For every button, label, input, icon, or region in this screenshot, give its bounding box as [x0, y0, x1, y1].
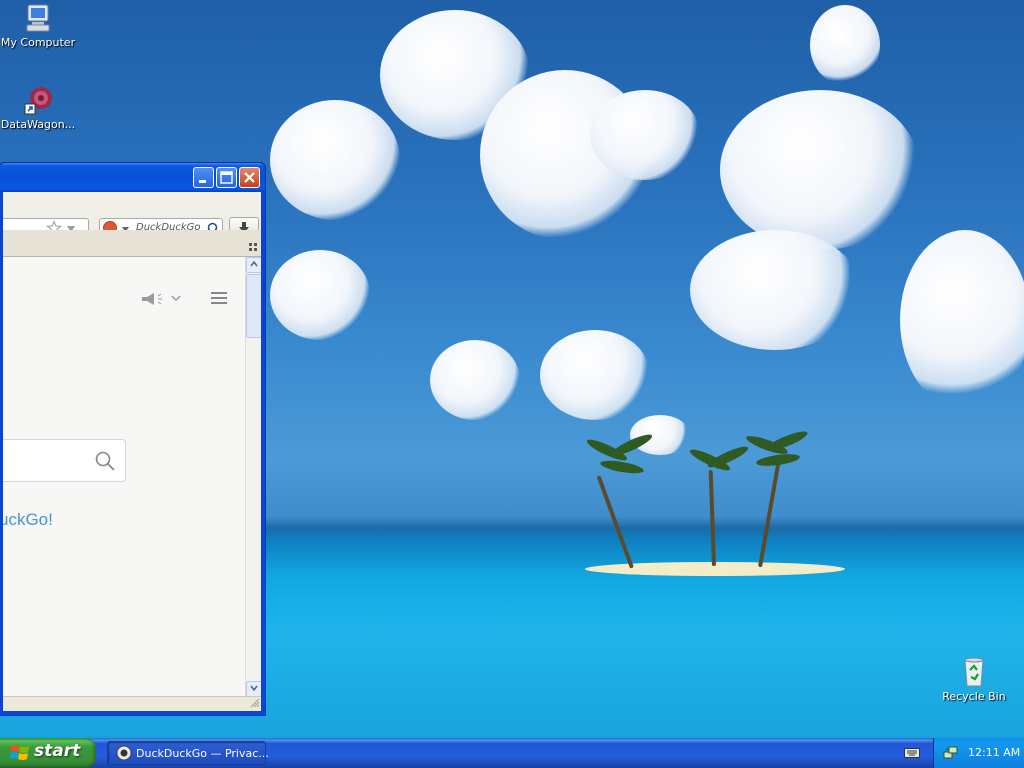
minimize-icon [199, 180, 206, 183]
system-tray: 12:11 AM [933, 738, 1024, 768]
duckduckgo-search-input[interactable] [3, 439, 126, 482]
palm-trunk [596, 475, 634, 569]
minimize-button[interactable] [193, 167, 214, 188]
navigation-toolbar: DuckDuckGo [3, 192, 261, 239]
recycle-bin-desktop-icon[interactable]: Recycle Bin [934, 656, 1014, 703]
keyboard-icon[interactable] [904, 746, 920, 760]
recycle-bin-label: Recycle Bin [942, 690, 1006, 703]
palm-trunk [758, 456, 782, 568]
maximize-icon [220, 171, 233, 184]
bookmarks-toolbar [3, 230, 261, 257]
recycle-bin-icon [958, 656, 990, 688]
cloud [270, 100, 400, 220]
browser-app-icon [116, 745, 132, 761]
search-icon[interactable] [94, 450, 116, 472]
cloud [720, 90, 920, 250]
chevron-down-icon[interactable] [171, 295, 181, 302]
taskbar-window-label: DuckDuckGo — Privac... [136, 747, 269, 760]
cloud [810, 5, 880, 85]
status-bar [3, 696, 261, 711]
taskbar-window-button[interactable]: DuckDuckGo — Privac... [107, 741, 269, 765]
cloud [690, 230, 860, 350]
network-icon[interactable] [943, 745, 959, 761]
cloud [270, 250, 370, 340]
start-button[interactable]: start [0, 738, 96, 768]
cloud [590, 90, 700, 180]
browser-window[interactable]: DuckDuckGo uckGo! [0, 162, 266, 716]
browser-client-area: DuckDuckGo uckGo! [3, 192, 261, 711]
close-button[interactable] [239, 167, 260, 188]
window-resize-grip-icon[interactable] [250, 698, 260, 708]
scroll-down-icon [250, 685, 258, 692]
start-label: start [34, 741, 81, 761]
scroll-up-button[interactable] [246, 257, 261, 273]
datawagon-shortcut-icon [22, 84, 54, 116]
my-computer-icon [22, 2, 54, 34]
cloud [900, 230, 1024, 410]
my-computer-desktop-icon[interactable]: My Computer [0, 2, 78, 49]
palm-frond [599, 458, 645, 476]
datawagon-label: DataWagon... [0, 118, 76, 131]
taskbar: start DuckDuckGo — Privac... 12:11 AM [0, 738, 1024, 768]
palm-trunk [708, 469, 716, 567]
maximize-button[interactable] [216, 167, 237, 188]
cloud [630, 415, 690, 455]
scroll-thumb[interactable] [246, 274, 261, 338]
my-computer-label: My Computer [0, 36, 76, 49]
hamburger-menu-icon[interactable] [211, 291, 227, 305]
megaphone-icon[interactable] [139, 291, 167, 307]
resize-grip-icon [249, 243, 257, 251]
windows-logo-icon [10, 745, 29, 760]
page-content: uckGo! [3, 257, 245, 697]
scroll-down-button[interactable] [246, 681, 261, 697]
datawagon-desktop-icon[interactable]: DataWagon... [0, 84, 78, 131]
vertical-scrollbar[interactable] [245, 257, 261, 697]
duckduckgo-tagline[interactable]: uckGo! [3, 510, 53, 530]
scroll-up-icon [250, 260, 258, 267]
window-title-bar[interactable] [0, 163, 265, 192]
clock[interactable]: 12:11 AM [968, 746, 1020, 759]
cloud [540, 330, 650, 420]
close-icon [244, 172, 255, 183]
cloud [430, 340, 520, 420]
